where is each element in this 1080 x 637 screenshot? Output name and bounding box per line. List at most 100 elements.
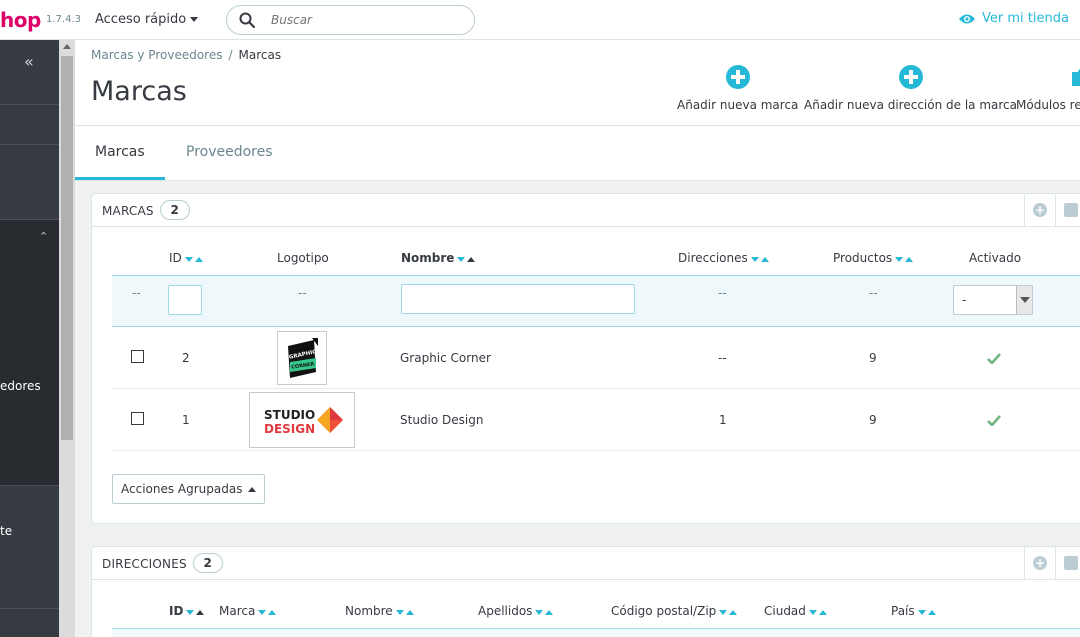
col-header-brand[interactable]: Marca [219,604,277,619]
quick-access-label: Acceso rápido [95,12,187,27]
add-new-button[interactable]: + [1024,194,1055,226]
check-icon[interactable] [987,353,1001,364]
collapse-sidebar-icon[interactable]: « [24,52,34,71]
search-icon[interactable] [239,12,255,28]
filter-products-placeholder: -- [869,286,878,300]
filter-addresses-placeholder: -- [718,286,727,300]
sort-icons[interactable] [184,252,203,266]
add-brand-address-button[interactable]: Añadir nueva dirección de la marca [804,64,1017,112]
plus-circle-icon: + [1033,203,1047,217]
sort-asc-icon[interactable] [927,609,936,615]
sort-desc-icon[interactable] [917,609,926,615]
recommended-modules-label: Módulos re [1016,98,1080,112]
sort-desc-icon[interactable] [895,256,904,262]
studio-design-logo-icon: STUDIO DESIGN [264,407,343,436]
sort-desc-icon[interactable] [719,609,728,615]
col-id-label: ID [169,251,182,265]
cell-addresses: 1 [719,413,727,427]
add-new-button[interactable]: + [1024,547,1055,579]
filter-id-input[interactable] [168,285,202,315]
sort-asc-icon[interactable] [818,609,827,615]
sort-asc-icon[interactable] [194,256,203,262]
quick-access-dropdown[interactable]: Acceso rápido [95,12,199,27]
tab-brands[interactable]: Marcas [75,126,165,180]
scroll-up-arrow-icon[interactable] [63,44,71,49]
sort-desc-icon[interactable] [258,609,267,615]
search-box[interactable] [226,5,475,35]
sort-desc-icon[interactable] [395,609,404,615]
studio-logo-line1: STUDIO [264,408,315,422]
sidebar-scrollbar[interactable] [59,40,75,637]
sidebar-active-section[interactable] [0,220,59,485]
sort-icons[interactable] [395,605,414,619]
breadcrumb-current: Marcas [238,48,282,62]
tab-suppliers[interactable]: Proveedores [166,126,293,180]
col-header-last-name[interactable]: Apellidos [478,604,554,619]
scrollbar-thumb[interactable] [61,56,73,440]
sort-asc-icon-active[interactable] [196,609,205,615]
col-header-id[interactable]: ID [169,604,205,619]
col-header-id[interactable]: ID [169,251,203,266]
filter-active-select[interactable]: - [953,285,1033,315]
col-products-label: Productos [833,251,893,265]
col-zip-label: Código postal/Zip [611,604,717,618]
row-checkbox[interactable] [131,412,144,425]
col-header-zip[interactable]: Código postal/Zip [611,604,738,619]
add-brand-button[interactable]: Añadir nueva marca [677,64,798,112]
sort-icons[interactable] [535,605,554,619]
row-checkbox[interactable] [131,350,144,363]
breadcrumb: Marcas y Proveedores / Marcas [91,48,281,62]
sort-asc-icon[interactable] [905,256,914,262]
sort-asc-icon[interactable] [729,609,738,615]
table-row[interactable]: 1 STUDIO DESIGN Studio Design 1 9 [112,389,1080,451]
sort-icons[interactable] [457,252,476,266]
search-input[interactable] [271,11,461,29]
breadcrumb-parent[interactable]: Marcas y Proveedores [91,48,222,62]
sort-icons[interactable] [719,605,738,619]
sort-desc-icon[interactable] [184,256,193,262]
bulk-actions-button[interactable]: Acciones Agrupadas [112,474,266,504]
filter-name-input[interactable] [401,284,635,314]
col-header-products[interactable]: Productos [833,251,914,266]
sort-icons[interactable] [186,605,205,619]
chevron-up-icon[interactable]: ⌃ [39,230,48,243]
sort-asc-icon[interactable] [405,609,414,615]
export-icon [1064,203,1078,217]
sort-icons[interactable] [258,605,277,619]
col-header-first-name[interactable]: Nombre [345,604,414,619]
col-header-name[interactable]: Nombre [401,251,476,266]
sort-asc-icon[interactable] [268,609,277,615]
sort-desc-icon[interactable] [808,609,817,615]
sort-asc-icon[interactable] [545,609,554,615]
cell-products: 9 [869,413,877,427]
sort-desc-icon[interactable] [750,256,759,262]
filter-logo-placeholder: -- [298,286,307,300]
export-button[interactable] [1055,194,1080,226]
col-header-addresses[interactable]: Direcciones [678,251,769,266]
table-row[interactable]: 2 GRAPHIC CORNER Graphic Corner -- 9 [112,327,1080,389]
sidebar-divider [0,608,59,609]
export-button[interactable] [1055,547,1080,579]
check-icon[interactable] [987,415,1001,426]
brands-count-badge: 2 [159,200,190,220]
recommended-modules-button[interactable]: Módulos re [1016,64,1080,112]
sort-icons[interactable] [750,252,769,266]
caret-up-icon [248,487,257,492]
brands-panel-header: MARCAS 2 + [92,194,1080,227]
addresses-title-text: DIRECCIONES [102,557,187,571]
sort-desc-icon[interactable] [457,256,466,262]
sort-icons[interactable] [917,605,936,619]
sort-asc-icon-active[interactable] [467,256,476,262]
sort-icons[interactable] [808,605,827,619]
view-store-link[interactable]: Ver mi tienda [958,11,1069,26]
sidebar-item-partial[interactable]: te [0,524,12,538]
sort-asc-icon[interactable] [760,256,769,262]
prestashop-logo[interactable]: hop [0,8,41,32]
select-arrow-icon[interactable] [1016,286,1032,314]
sort-desc-icon[interactable] [186,609,195,615]
sort-icons[interactable] [895,252,914,266]
sort-desc-icon[interactable] [535,609,544,615]
col-header-country[interactable]: País [891,604,936,619]
col-header-city[interactable]: Ciudad [764,604,827,619]
sidebar-item-suppliers[interactable]: edores [0,379,41,393]
